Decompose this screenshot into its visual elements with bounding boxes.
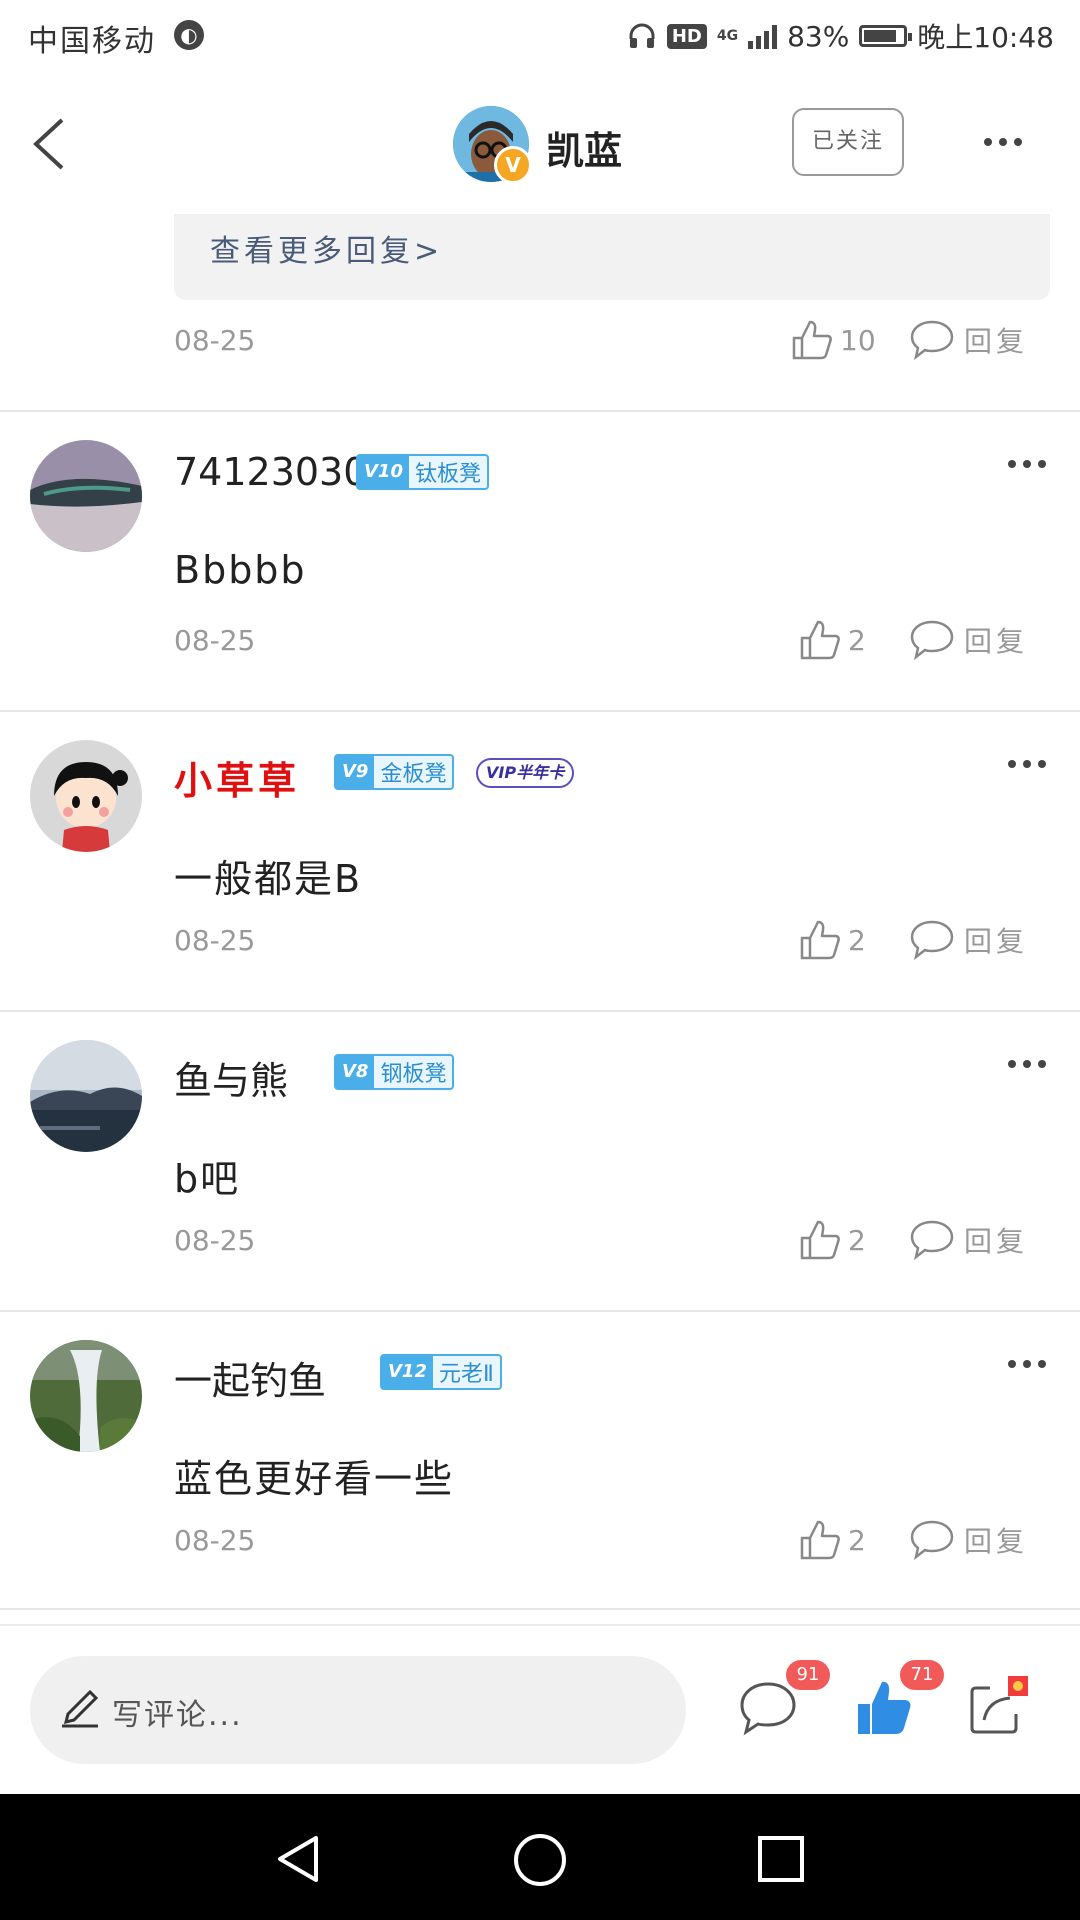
reply-button[interactable]: 回复 (908, 1218, 1028, 1262)
like-button[interactable]: 2 (798, 918, 866, 962)
comment-text: 一般都是B (174, 857, 363, 901)
hd-label: HD (666, 23, 707, 49)
pen-icon (62, 1689, 99, 1728)
like-count: 2 (848, 1523, 866, 1557)
comment-text: Bbbbb (174, 548, 307, 592)
like-count-badge: 71 (900, 1660, 944, 1690)
vip-badge: VIP半年卡 (476, 758, 575, 788)
thumbs-up-icon (792, 320, 832, 360)
reply-label: 回复 (964, 1225, 1029, 1258)
globe-icon: ◐ (174, 20, 204, 50)
comment-count-badge: 91 (786, 1660, 830, 1690)
like-count: 10 (840, 323, 876, 357)
comment-user-name[interactable]: 一起钓鱼 (174, 1350, 326, 1405)
reply-button[interactable]: 回复 (908, 318, 1028, 362)
like-button[interactable]: 2 (798, 1518, 866, 1562)
avatar[interactable] (30, 440, 142, 552)
level-badge: V9 金板凳 (334, 754, 455, 790)
thumbs-up-icon (800, 920, 840, 960)
level-badge: V10 钛板凳 (356, 454, 489, 490)
comment-text: b吧 (174, 1157, 241, 1201)
top-nav: V 凯蓝 已关注 (0, 72, 1080, 212)
status-bar: 中国移动 ◐ HD 4G 83% 晚上10:48 (0, 0, 1080, 72)
follow-button[interactable]: 已关注 (792, 108, 904, 176)
back-arrow-icon[interactable] (26, 114, 86, 174)
verified-badge: V (494, 146, 532, 184)
thumbs-up-icon (800, 620, 840, 660)
reply-button[interactable]: 回复 (908, 1518, 1028, 1562)
reply-button[interactable]: 回复 (908, 918, 1028, 962)
status-icons: HD 4G 83% 晚上10:48 (627, 16, 1054, 56)
comment-date: 08-25 (174, 324, 256, 357)
divider (0, 410, 1080, 412)
avatar[interactable] (30, 740, 142, 852)
level-badge: V12 元老Ⅱ (380, 1354, 502, 1390)
comment-more-icon[interactable] (1008, 1360, 1046, 1368)
comment-user-name[interactable]: 鱼与熊 (174, 1050, 288, 1105)
more-options-icon[interactable] (984, 138, 1022, 146)
system-nav-bar (0, 1794, 1080, 1920)
header-user-name[interactable]: 凯蓝 (546, 120, 622, 175)
avatar[interactable] (30, 1340, 142, 1452)
reply-label: 回复 (964, 325, 1029, 358)
nav-home-icon[interactable] (512, 1832, 568, 1888)
reply-label: 回复 (964, 625, 1029, 658)
comment-bubble-icon (910, 920, 954, 961)
bottom-bar: 写评论... 91 71 (0, 1624, 1080, 1794)
thumbs-up-icon (800, 1520, 840, 1560)
reply-button[interactable]: 回复 (908, 618, 1028, 662)
comment-user-name[interactable]: 74123030 (174, 450, 367, 494)
network-label: 4G (716, 28, 739, 44)
comment-more-icon[interactable] (1008, 760, 1046, 768)
battery-icon (859, 25, 913, 47)
carrier-label: 中国移动 (28, 24, 156, 59)
clock: 晚上10:48 (917, 21, 1054, 54)
divider (0, 1010, 1080, 1012)
like-button[interactable]: 2 (798, 618, 866, 662)
comment-more-icon[interactable] (1008, 460, 1046, 468)
comment-bubble-icon (910, 1220, 954, 1261)
headphones-icon (629, 23, 655, 48)
like-button[interactable]: 10 (790, 318, 876, 362)
divider (0, 1310, 1080, 1312)
signal-icon (748, 23, 778, 49)
more-replies-link[interactable]: 查看更多回复> (210, 226, 443, 270)
reply-label: 回复 (964, 1525, 1029, 1558)
like-count: 2 (848, 1223, 866, 1257)
comment-more-icon[interactable] (1008, 1060, 1046, 1068)
comment-bubble-icon (910, 620, 954, 661)
write-comment-placeholder: 写评论... (112, 1698, 243, 1733)
reply-label: 回复 (964, 925, 1029, 958)
nav-back-icon[interactable] (272, 1832, 326, 1886)
like-count: 2 (848, 923, 866, 957)
divider (0, 710, 1080, 712)
comment-bubble-icon (910, 320, 954, 361)
comment-date: 08-25 (174, 1524, 256, 1557)
comment-bubble-icon (910, 1520, 954, 1561)
comment-date: 08-25 (174, 924, 256, 957)
avatar[interactable] (30, 1040, 142, 1152)
share-icon[interactable] (964, 1676, 1028, 1740)
level-badge: V8 钢板凳 (334, 1054, 455, 1090)
comment-date: 08-25 (174, 624, 256, 657)
divider (0, 1608, 1080, 1610)
like-count: 2 (848, 623, 866, 657)
thumbs-up-icon (800, 1220, 840, 1260)
comment-text: 蓝色更好看一些 (174, 1457, 455, 1501)
comment-date: 08-25 (174, 1224, 256, 1257)
battery-percent: 83% (787, 19, 850, 53)
comment-user-name[interactable]: 小草草 (174, 750, 300, 805)
like-button[interactable]: 2 (798, 1218, 866, 1262)
nav-recents-icon[interactable] (756, 1834, 806, 1884)
write-comment-input[interactable]: 写评论... (30, 1656, 686, 1764)
more-replies-box[interactable]: 查看更多回复> (174, 214, 1050, 300)
